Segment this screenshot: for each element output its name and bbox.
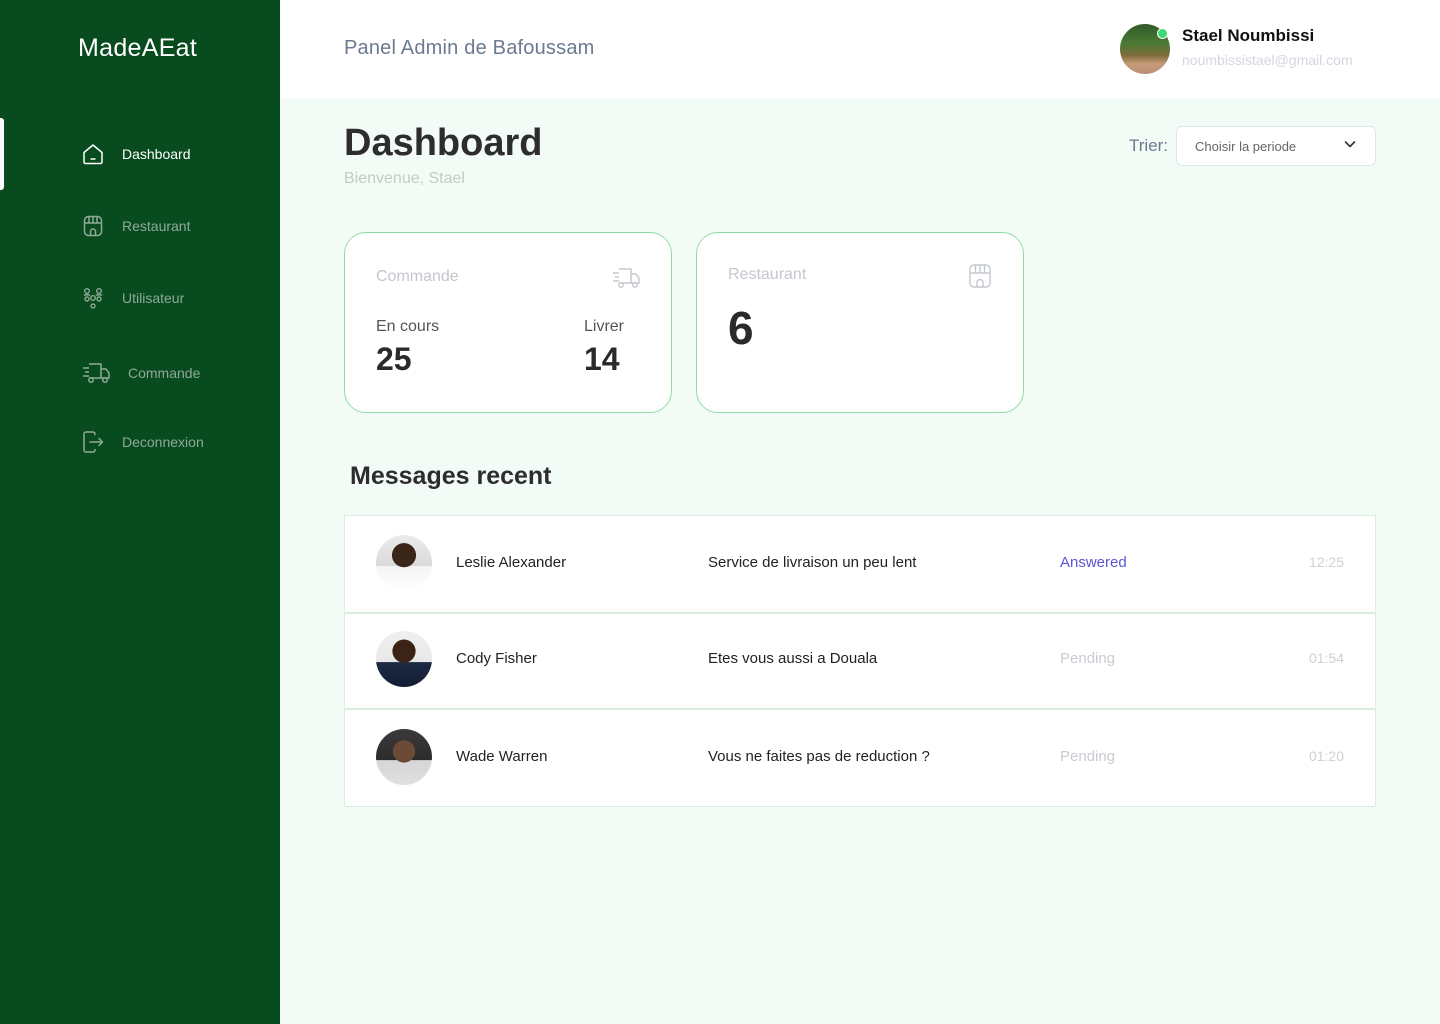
online-status-dot [1157, 28, 1168, 39]
message-text: Vous ne faites pas de reduction ? [708, 748, 930, 765]
en-cours-value: 25 [376, 341, 412, 377]
top-header: Panel Admin de Bafoussam Stael Noumbissi… [280, 0, 1440, 98]
list-item[interactable]: Leslie Alexander Service de livraison un… [345, 516, 1375, 612]
message-text: Service de livraison un peu lent [708, 554, 917, 571]
users-icon [80, 285, 106, 311]
avatar [376, 535, 432, 591]
status-badge: Answered [1060, 554, 1127, 571]
sidebar-item-dashboard[interactable]: Dashboard [80, 141, 191, 167]
delivery-truck-icon [611, 265, 641, 291]
store-icon [80, 213, 106, 239]
user-name: Stael Noumbissi [1182, 26, 1315, 45]
sidebar-item-label: Dashboard [122, 146, 191, 162]
messages-section-title: Messages recent [350, 462, 552, 490]
livrer-value: 14 [584, 341, 620, 377]
page-title: Dashboard [344, 122, 543, 164]
sidebar-item-label: Deconnexion [122, 434, 204, 450]
sidebar: MadeAEat Dashboard Restaurant Utilisateu… [0, 0, 280, 1024]
sidebar-item-deconnexion[interactable]: Deconnexion [80, 429, 204, 455]
card-title: Restaurant [728, 266, 807, 283]
chevron-down-icon [1343, 137, 1357, 156]
user-email: noumbissistael@gmail.com [1182, 52, 1353, 68]
sidebar-item-restaurant[interactable]: Restaurant [80, 213, 190, 239]
message-sender: Leslie Alexander [456, 554, 567, 571]
brand-logo-text: MadeAEat [78, 34, 198, 62]
store-icon [968, 263, 992, 289]
period-select-value: Choisir la periode [1195, 138, 1297, 154]
commande-card[interactable]: Commande En cours 25 Livrer 14 [344, 232, 672, 413]
restaurant-card[interactable]: Restaurant 6 [696, 232, 1024, 413]
livrer-label: Livrer [584, 318, 625, 335]
delivery-truck-icon [80, 360, 112, 386]
sidebar-item-label: Utilisateur [122, 290, 185, 306]
en-cours-label: En cours [376, 318, 440, 335]
list-item[interactable]: Wade Warren Vous ne faites pas de reduct… [345, 708, 1375, 806]
sidebar-item-label: Restaurant [122, 218, 191, 234]
sidebar-item-utilisateur[interactable]: Utilisateur [80, 285, 184, 311]
message-sender: Cody Fisher [456, 650, 537, 667]
card-title: Commande [376, 268, 459, 285]
avatar[interactable] [1120, 24, 1170, 74]
page-subtitle: Bienvenue, Stael [344, 170, 465, 187]
sort-label: Trier: [1129, 136, 1169, 155]
sidebar-item-label: Commande [128, 365, 201, 381]
restaurant-count: 6 [728, 302, 754, 354]
message-text: Etes vous aussi a Douala [708, 650, 878, 667]
header-title: Panel Admin de Bafoussam [344, 37, 595, 59]
message-sender: Wade Warren [456, 748, 548, 765]
messages-list: Leslie Alexander Service de livraison un… [344, 515, 1376, 807]
logout-icon [80, 429, 106, 455]
status-badge: Pending [1060, 650, 1116, 667]
period-select[interactable]: Choisir la periode [1176, 126, 1376, 166]
message-time: 01:54 [1308, 650, 1344, 666]
home-icon [80, 141, 106, 167]
list-item[interactable]: Cody Fisher Etes vous aussi a Douala Pen… [345, 612, 1375, 708]
avatar [376, 729, 432, 785]
message-time: 01:20 [1308, 748, 1344, 764]
avatar [376, 631, 432, 687]
message-time: 12:25 [1308, 554, 1344, 570]
status-badge: Pending [1060, 748, 1116, 765]
user-profile[interactable]: Stael Noumbissi noumbissistael@gmail.com [1120, 24, 1353, 74]
active-indicator [0, 118, 4, 190]
sidebar-item-commande[interactable]: Commande [80, 360, 200, 386]
